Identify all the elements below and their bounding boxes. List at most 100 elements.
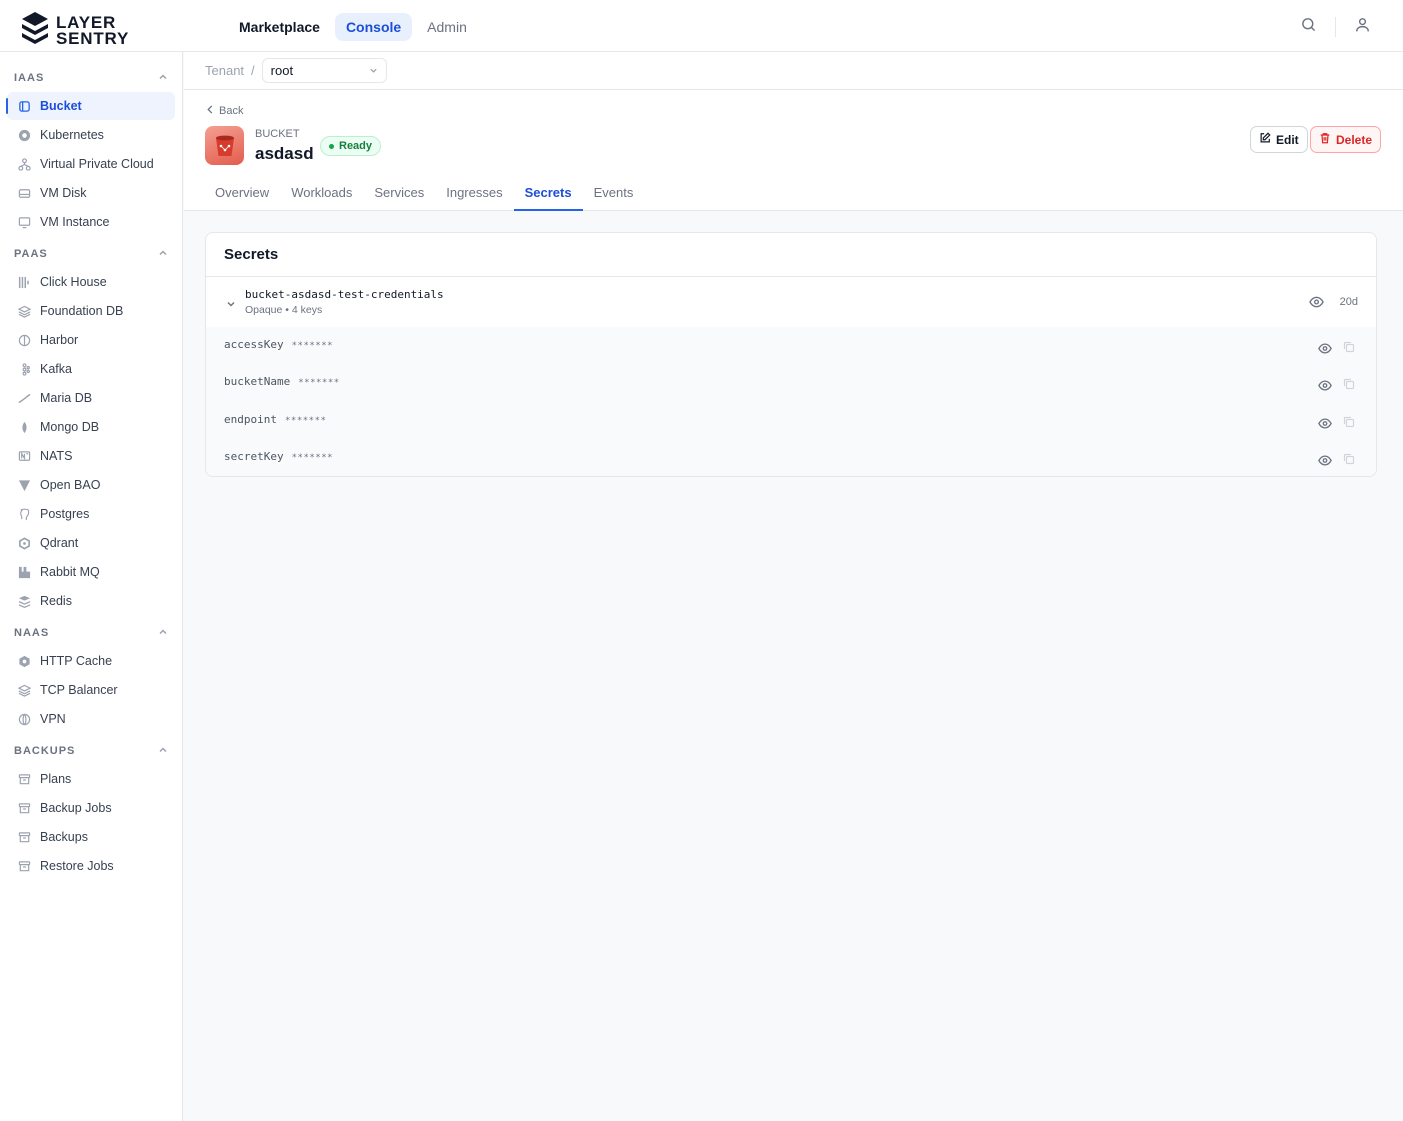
- sidebar-item-label: Kubernetes: [40, 128, 104, 142]
- tenant-select[interactable]: root: [261, 58, 387, 83]
- sidebar-item-kafka[interactable]: Kafka: [7, 355, 175, 383]
- sidebar-item-http-cache[interactable]: HTTP Cache: [7, 647, 175, 675]
- sidebar-item-label: Restore Jobs: [40, 859, 114, 873]
- resource-name: asdasd: [255, 144, 314, 163]
- layer-sentry-logo-icon: [20, 11, 50, 50]
- sidebar-item-click-house[interactable]: Click House: [7, 268, 175, 296]
- trash-icon: [1319, 132, 1331, 147]
- sidebar-section-paas[interactable]: PAAS: [0, 242, 182, 266]
- key-mask: *******: [284, 416, 327, 426]
- sidebar-item-nats[interactable]: NATS: [7, 442, 175, 470]
- chevron-up-icon[interactable]: [158, 627, 168, 640]
- secret-age: 20d: [1339, 296, 1358, 308]
- sidebar-item-backups[interactable]: Backups: [7, 823, 175, 851]
- sidebar-item-vm-instance[interactable]: VM Instance: [7, 208, 175, 236]
- secret-keys-list: accessKey ******* bucketName ******* endpo…: [206, 327, 1376, 476]
- list-item: accessKey *******: [206, 327, 1376, 364]
- vpn-globe-icon: [17, 712, 31, 726]
- openbao-icon: [17, 478, 31, 492]
- chevron-up-icon[interactable]: [158, 745, 168, 758]
- sidebar-item-bucket[interactable]: Bucket: [6, 92, 175, 120]
- reveal-eye-icon[interactable]: [1318, 416, 1332, 434]
- chevron-up-icon[interactable]: [158, 248, 168, 261]
- reveal-eye-icon[interactable]: [1318, 453, 1332, 471]
- breadcrumb: Tenant / root: [184, 52, 1403, 90]
- copy-icon[interactable]: [1343, 452, 1355, 470]
- edit-icon: [1259, 132, 1271, 147]
- key-label: secretKey: [224, 450, 284, 463]
- card-title: Secrets: [224, 246, 279, 263]
- sidebar-item-open-bao[interactable]: Open BAO: [7, 471, 175, 499]
- sidebar-item-mongo-db[interactable]: Mongo DB: [7, 413, 175, 441]
- user-icon[interactable]: [1354, 16, 1371, 38]
- sidebar-item-rabbit-mq[interactable]: Rabbit MQ: [7, 558, 175, 586]
- sidebar-item-plans[interactable]: Plans: [7, 765, 175, 793]
- tab-overview[interactable]: Overview: [204, 179, 280, 211]
- nav-marketplace[interactable]: Marketplace: [228, 13, 331, 41]
- sidebar-section-naas[interactable]: NAAS: [0, 621, 182, 645]
- sidebar-item-harbor[interactable]: Harbor: [7, 326, 175, 354]
- copy-icon[interactable]: [1343, 377, 1355, 395]
- sidebar-item-virtual-private-cloud[interactable]: Virtual Private Cloud: [7, 150, 175, 178]
- harbor-icon: [17, 333, 31, 347]
- sidebar-item-qdrant[interactable]: Qdrant: [7, 529, 175, 557]
- chevron-down-icon[interactable]: [226, 296, 236, 314]
- sidebar-item-label: Postgres: [40, 507, 90, 521]
- tab-workloads[interactable]: Workloads: [280, 179, 363, 211]
- qdrant-icon: [17, 536, 31, 550]
- sidebar-item-vpn[interactable]: VPN: [7, 705, 175, 733]
- sidebar-item-label: Backup Jobs: [40, 801, 112, 815]
- sidebar-item-redis[interactable]: Redis: [7, 587, 175, 615]
- resource-header: Back BUCKET asdasd Ready Edit Delete Ove…: [184, 90, 1403, 211]
- copy-icon[interactable]: [1343, 415, 1355, 433]
- layers-icon: [17, 304, 31, 318]
- reveal-all-eye-icon[interactable]: [1309, 295, 1324, 313]
- nav-admin[interactable]: Admin: [416, 13, 478, 41]
- sidebar-item-label: VM Disk: [40, 186, 87, 200]
- chevron-up-icon[interactable]: [158, 72, 168, 85]
- disk-icon: [17, 186, 31, 200]
- edit-label: Edit: [1276, 132, 1299, 147]
- search-icon[interactable]: [1300, 16, 1317, 38]
- tenant-select-value: root: [270, 63, 294, 78]
- postgres-elephant-icon: [17, 507, 31, 521]
- reveal-eye-icon[interactable]: [1318, 341, 1332, 359]
- sidebar-item-postgres[interactable]: Postgres: [7, 500, 175, 528]
- tab-ingresses[interactable]: Ingresses: [435, 179, 513, 211]
- sidebar-section-backups[interactable]: BACKUPS: [0, 739, 182, 763]
- sidebar-item-restore-jobs[interactable]: Restore Jobs: [7, 852, 175, 880]
- sidebar-item-label: Open BAO: [40, 478, 101, 492]
- edit-button[interactable]: Edit: [1250, 126, 1308, 153]
- tab-secrets[interactable]: Secrets: [513, 179, 583, 211]
- sidebar-item-kubernetes[interactable]: Kubernetes: [7, 121, 175, 149]
- sidebar-item-label: VM Instance: [40, 215, 110, 229]
- copy-icon[interactable]: [1343, 340, 1355, 358]
- tab-events[interactable]: Events: [583, 179, 645, 211]
- delete-button[interactable]: Delete: [1310, 126, 1382, 153]
- back-label: Back: [219, 105, 244, 117]
- sidebar-item-maria-db[interactable]: Maria DB: [7, 384, 175, 412]
- sidebar-item-backup-jobs[interactable]: Backup Jobs: [7, 794, 175, 822]
- back-link[interactable]: Back: [206, 105, 243, 117]
- secret-row[interactable]: bucket-asdasd-test-credentials Opaque • …: [206, 277, 1376, 327]
- list-item: secretKey *******: [206, 439, 1376, 476]
- section-title: NAAS: [14, 627, 50, 639]
- nav-console[interactable]: Console: [334, 13, 413, 41]
- key-mask: *******: [298, 378, 340, 388]
- http-cache-icon: [17, 654, 31, 668]
- main-nav: Marketplace Console Admin: [228, 13, 478, 41]
- sidebar-item-label: Harbor: [40, 333, 79, 347]
- sidebar-item-vm-disk[interactable]: VM Disk: [7, 179, 175, 207]
- reveal-eye-icon[interactable]: [1318, 378, 1332, 396]
- logo[interactable]: LAYER SENTRY: [20, 11, 129, 50]
- sidebar-item-label: Bucket: [40, 99, 82, 113]
- sidebar-item-tcp-balancer[interactable]: TCP Balancer: [7, 676, 175, 704]
- logo-text: LAYER SENTRY: [56, 14, 129, 47]
- delete-label: Delete: [1336, 132, 1373, 147]
- sidebar-item-foundation-db[interactable]: Foundation DB: [7, 297, 175, 325]
- sidebar: IAAS Bucket Kubernetes Virtual Private C…: [0, 52, 183, 1121]
- tab-services[interactable]: Services: [363, 179, 435, 211]
- sidebar-section-iaas[interactable]: IAAS: [0, 66, 182, 90]
- sidebar-item-label: Qdrant: [40, 536, 79, 550]
- key-label: endpoint: [224, 413, 277, 426]
